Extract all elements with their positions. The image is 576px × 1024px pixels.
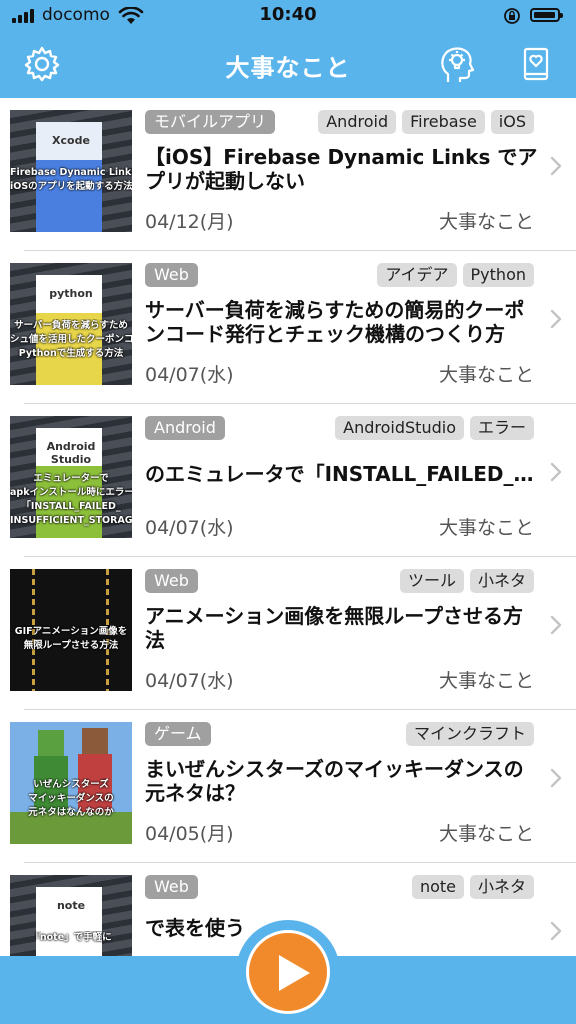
article-date: 04/12(月): [145, 211, 234, 233]
thumbnail-caption-line: apkインストール時にエラー: [10, 487, 132, 498]
tag-chip: Firebase: [402, 110, 485, 134]
list-item[interactable]: GIFアニメーション画像を 無限ループさせる方法 Web ツール 小ネタアニメーション画…: [0, 557, 576, 710]
thumbnail-caption: エミュレーターで apkインストール時にエラー 「INSTALL_FAILED_ IN…: [10, 472, 132, 528]
thumbnail-caption-line: サーバー負荷を減らすため: [14, 320, 128, 331]
article-title: サーバー負荷を減らすための簡易的クーポンコード発行とチェック機構のつくり方: [145, 298, 525, 346]
tag-list: note 小ネタ: [411, 875, 534, 899]
thumbnail-logo-label: note: [56, 899, 86, 912]
article-date: 04/05(月): [145, 823, 234, 845]
thumbnail-caption-line: Pythonで生成する方法: [18, 348, 124, 359]
chevron-right-icon: [550, 462, 562, 482]
thumbnail-caption-line: Firebase Dynamic Links で: [10, 167, 132, 178]
article-thumbnail: Android Studio エミュレーターで apkインストール時にエラー 「INS…: [10, 416, 132, 538]
chevron-right-icon: [550, 615, 562, 635]
article-thumbnail: いぜんシスターズ マイッキーダンスの 元ネタはなんなのか: [10, 722, 132, 844]
battery-icon: [530, 8, 563, 22]
list-item[interactable]: Android Studio エミュレーターで apkインストール時にエラー 「INS…: [0, 404, 576, 557]
article-date: 04/07(水): [145, 517, 234, 539]
page-title: 大事なこと: [225, 54, 351, 82]
thumbnail-caption: 「note」で手軽に: [10, 931, 132, 945]
play-icon: [279, 955, 310, 991]
category-badge: Web: [145, 263, 198, 287]
article-thumbnail: Xcode Firebase Dynamic Links で iOSのアプリを起動す…: [10, 110, 132, 232]
nav-bar: 大事なこと: [0, 32, 576, 98]
chevron-right-icon: [550, 768, 562, 788]
article-title: で表を使う: [145, 916, 245, 940]
thumbnail-caption-line: いぜんシスターズ: [33, 779, 109, 790]
thumbnail-caption: サーバー負荷を減らすため シュ値を活用したクーポンコ Pythonで生成する方法: [10, 319, 132, 361]
article-author: 大事なこと: [438, 211, 534, 233]
tag-list: アイデア Python: [377, 263, 534, 287]
category-badge: ゲーム: [145, 722, 211, 746]
thumbnail-caption-line: 無限ループさせる方法: [23, 640, 119, 651]
status-time: 10:40: [259, 4, 317, 25]
article-list[interactable]: Xcode Firebase Dynamic Links で iOSのアプリを起動す…: [0, 98, 576, 956]
tag-list: Android Firebase iOS: [318, 110, 534, 134]
category-badge: モバイルアプリ: [145, 110, 276, 134]
thumbnail-caption-line: 「INSTALL_FAILED_: [21, 501, 121, 512]
chevron-right-icon: [550, 309, 562, 329]
article-title: まいぜんシスターズのマイッキーダンスの元ネタは？: [145, 757, 524, 805]
article-date: 04/07(水): [145, 670, 234, 692]
thumbnail-caption: いぜんシスターズ マイッキーダンスの 元ネタはなんなのか: [10, 778, 132, 820]
thumbnail-caption-line: INSUFFICIENT_STORAGE」: [10, 515, 132, 526]
article-author: 大事なこと: [438, 670, 534, 692]
tag-list: ツール 小ネタ: [399, 569, 534, 593]
article-author: 大事なこと: [438, 364, 534, 386]
article-author: 大事なこと: [438, 823, 534, 845]
thumbnail-caption: Firebase Dynamic Links で iOSのアプリを起動する方法: [10, 166, 132, 194]
article-thumbnail: python サーバー負荷を減らすため シュ値を活用したクーポンコ Pythonで生成…: [10, 263, 132, 385]
thumbnail-logo-label: Android Studio: [46, 440, 96, 466]
tag-chip: Python: [462, 263, 534, 287]
status-bar: docomo 10:40: [0, 0, 576, 32]
article-thumbnail: GIFアニメーション画像を 無限ループさせる方法: [10, 569, 132, 691]
play-button[interactable]: [246, 930, 330, 1014]
tag-chip: アイデア: [377, 263, 457, 287]
tag-chip: エラー: [469, 416, 534, 440]
head-lightbulb-icon[interactable]: [438, 44, 474, 84]
article-author: 大事なこと: [438, 517, 534, 539]
list-item[interactable]: いぜんシスターズ マイッキーダンスの 元ネタはなんなのか ゲーム マインクラフトまいぜん…: [0, 710, 576, 863]
tag-chip: 小ネタ: [469, 875, 534, 899]
category-badge: Web: [145, 875, 198, 899]
thumbnail-caption: GIFアニメーション画像を 無限ループさせる方法: [10, 625, 132, 653]
article-date: 04/07(水): [145, 364, 234, 386]
tag-chip: AndroidStudio: [335, 416, 464, 440]
article-title: 【iOS】Firebase Dynamic Links でアプリが起動しない: [145, 145, 538, 193]
article-thumbnail: note 「note」で手軽に: [10, 875, 132, 956]
thumbnail-caption-line: エミュレーターで: [33, 473, 109, 484]
rotation-lock-icon: [504, 8, 520, 24]
tag-list: AndroidStudio エラー: [335, 416, 534, 440]
tag-chip: iOS: [490, 110, 534, 134]
chevron-right-icon: [550, 156, 562, 176]
chevron-right-icon: [550, 921, 562, 941]
article-title: アニメーション画像を無限ループさせる方法: [145, 604, 523, 652]
tag-chip: Android: [318, 110, 397, 134]
thumbnail-caption-line: iOSのアプリを起動する方法: [10, 181, 132, 192]
bookmark-heart-icon[interactable]: [522, 44, 550, 84]
tag-chip: ツール: [399, 569, 464, 593]
thumbnail-caption-line: シュ値を活用したクーポンコ: [10, 334, 132, 345]
tag-chip: マインクラフト: [405, 722, 534, 746]
thumbnail-logo-label: Xcode: [52, 134, 90, 147]
list-item[interactable]: python サーバー負荷を減らすため シュ値を活用したクーポンコ Pythonで生成…: [0, 251, 576, 404]
thumbnail-caption-line: マイッキーダンスの: [28, 793, 114, 804]
tag-chip: 小ネタ: [469, 569, 534, 593]
tag-list: マインクラフト: [405, 722, 534, 746]
category-badge: Web: [145, 569, 198, 593]
thumbnail-caption-line: 元ネタはなんなのか: [28, 807, 114, 818]
thumbnail-logo-label: python: [49, 287, 93, 300]
article-title: のエミュレータで「INSTALL_FAILED_INSUFFICIENT_ST…: [145, 462, 540, 486]
thumbnail-caption-line: GIFアニメーション画像を: [14, 626, 128, 637]
list-item[interactable]: Xcode Firebase Dynamic Links で iOSのアプリを起動す…: [0, 98, 576, 251]
thumbnail-caption-line: 「note」で手軽に: [30, 932, 112, 943]
category-badge: Android: [145, 416, 225, 440]
tag-chip: note: [411, 875, 464, 899]
